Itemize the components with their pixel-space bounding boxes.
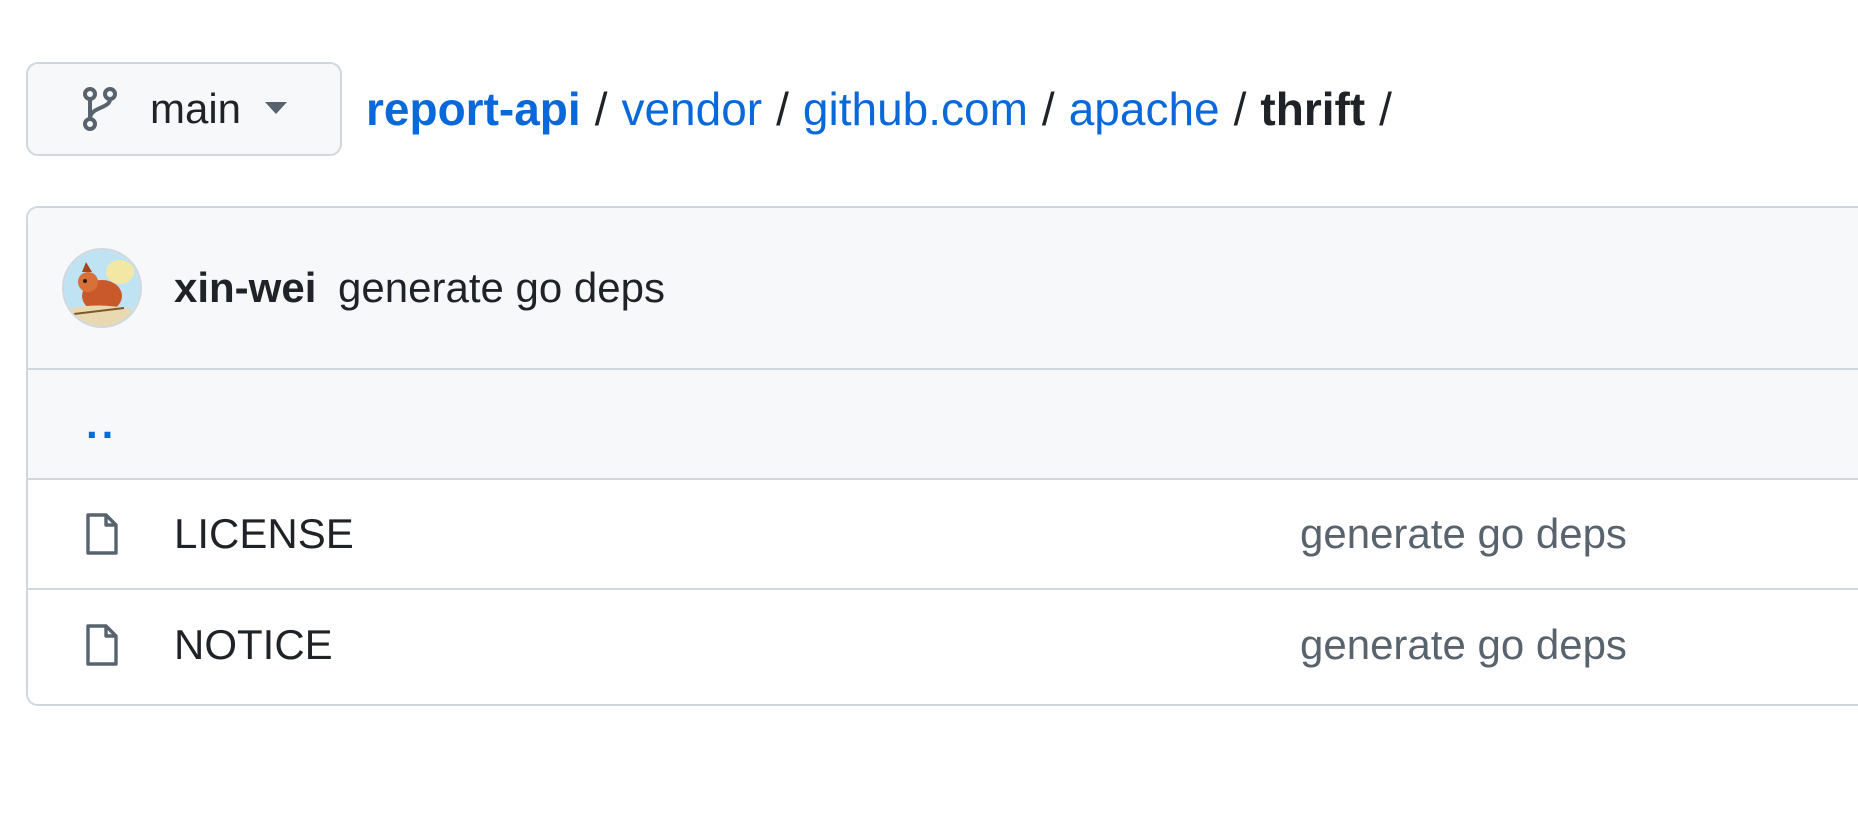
breadcrumb-separator: / (1041, 83, 1055, 135)
breadcrumb: report-api / vendor / github.com / apach… (366, 82, 1406, 136)
breadcrumb-repo-link[interactable]: report-api (366, 82, 581, 136)
file-commit-message[interactable]: generate go deps (1300, 621, 1627, 669)
branch-selector-button[interactable]: main (26, 62, 342, 156)
breadcrumb-current: thrift (1260, 83, 1366, 135)
file-icon (82, 622, 122, 668)
avatar[interactable] (64, 250, 140, 326)
breadcrumb-separator: / (776, 83, 789, 135)
breadcrumb-link-vendor[interactable]: vendor (621, 82, 762, 136)
chevron-down-icon (265, 102, 288, 116)
commit-message[interactable]: generate go deps (338, 264, 665, 311)
table-row[interactable]: NOTICE generate go deps (28, 590, 1858, 700)
repo-header: main report-api / vendor / github.com / … (26, 62, 1406, 156)
table-row[interactable]: LICENSE generate go deps (28, 480, 1858, 590)
parent-directory-link[interactable]: .. (86, 400, 117, 448)
breadcrumb-link-github[interactable]: github.com (803, 82, 1028, 136)
file-name[interactable]: LICENSE (174, 510, 354, 558)
branch-name: main (150, 85, 242, 132)
breadcrumb-separator: / (594, 83, 608, 135)
file-list: xin-wei generate go deps .. LICENSE gene… (26, 206, 1858, 706)
commit-author[interactable]: xin-wei (174, 264, 316, 311)
parent-directory-row[interactable]: .. (28, 370, 1858, 480)
file-commit-message[interactable]: generate go deps (1300, 510, 1627, 558)
breadcrumb-separator: / (1379, 83, 1392, 135)
latest-commit-text: xin-wei generate go deps (174, 264, 665, 312)
breadcrumb-separator: / (1233, 83, 1247, 135)
file-icon (82, 511, 122, 557)
file-name[interactable]: NOTICE (174, 621, 333, 669)
latest-commit-bar: xin-wei generate go deps (28, 208, 1858, 370)
breadcrumb-link-apache[interactable]: apache (1069, 82, 1220, 136)
git-branch-icon (80, 86, 120, 132)
